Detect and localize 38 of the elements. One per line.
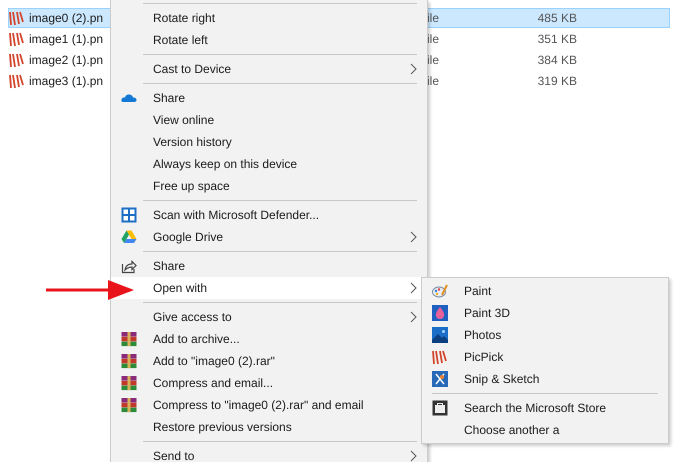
menu-item-label: Add to archive...	[153, 332, 241, 346]
menu-item-label: Share	[153, 91, 186, 105]
menu-item-label: Google Drive	[153, 230, 224, 244]
menu-item-label: PicPick	[464, 350, 504, 364]
menu-item-label: Send to	[153, 449, 196, 462]
menu-item-label: Always keep on this device	[153, 157, 298, 171]
menu-item-label: Snip & Sketch	[464, 372, 540, 386]
file-type: ile	[427, 32, 440, 46]
file-size: 485 KB	[536, 11, 577, 25]
menu-item-label: Scan with Microsoft Defender...	[153, 208, 320, 222]
menu-item-label: Paint	[464, 284, 492, 298]
menu-item-label: Cast to Device	[153, 62, 232, 76]
menu-item-label: Compress to "image0 (2).rar" and email	[153, 398, 365, 412]
menu-item-label: Restore previous versions	[153, 420, 293, 434]
menu-item-label: Rotate right	[153, 11, 216, 25]
menu-item-label: Rotate left	[153, 33, 209, 47]
menu-item-label: Photos	[464, 328, 502, 342]
file-name: image2 (1).pn	[29, 53, 104, 67]
file-type: ile	[427, 74, 440, 88]
file-type: ile	[427, 11, 440, 25]
menu-item-label: Paint 3D	[464, 306, 512, 320]
menu-item-label: Version history	[153, 135, 233, 149]
file-name: image3 (1).pn	[29, 74, 104, 88]
menu-item-label: Share	[153, 259, 186, 273]
file-size: 319 KB	[536, 74, 577, 88]
menu-item-label: Add to "image0 (2).rar"	[153, 354, 276, 368]
menu-item-label: View online	[153, 113, 216, 127]
file-name: image1 (1).pn	[29, 32, 104, 46]
menu-item-label: Give access to	[153, 310, 233, 324]
file-size: 351 KB	[536, 32, 577, 46]
menu-item-label: Free up space	[153, 179, 231, 193]
menu-item-label: Search the Microsoft Store	[464, 401, 608, 415]
menu-item-label: Choose another a	[464, 423, 560, 437]
file-size: 384 KB	[536, 53, 577, 67]
file-name: image0 (2).pn	[29, 11, 104, 25]
menu-item-label: Compress and email...	[153, 376, 274, 390]
menu-item-label: Open with	[153, 281, 208, 295]
file-type: ile	[427, 53, 440, 67]
